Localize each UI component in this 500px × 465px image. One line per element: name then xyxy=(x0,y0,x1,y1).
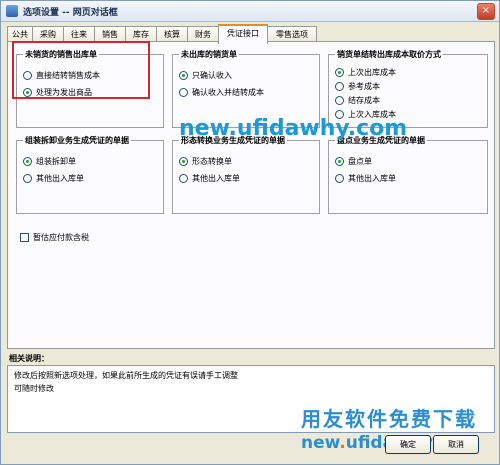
group-title: 销货单结转出库成本取价方式 xyxy=(335,49,443,60)
dialog-icon xyxy=(6,5,18,17)
assembly-voucher-group: 组装拆卸业务生成凭证的单据 组装拆卸单 其他出入库单 xyxy=(16,135,164,214)
tab-finance[interactable]: 财务 xyxy=(187,26,219,42)
tab-inventory[interactable]: 库存 xyxy=(125,26,157,42)
radio-circle[interactable] xyxy=(335,82,344,91)
tab-voucher-interface[interactable]: 凭证接口 xyxy=(218,24,268,44)
radio-circle[interactable] xyxy=(179,88,188,97)
option-label: 其他出入库单 xyxy=(192,174,240,183)
tab-sales[interactable]: 销售 xyxy=(94,26,126,42)
option-label: 形态转换单 xyxy=(192,157,232,166)
conversion-voucher-group: 形态转换业务生成凭证的单据 形态转换单 其他出入库单 xyxy=(172,135,320,214)
option-label: 盘点单 xyxy=(348,157,372,166)
tab-accounts[interactable]: 往来 xyxy=(63,26,95,42)
radio-circle[interactable] xyxy=(23,174,32,183)
option-label: 其他出入库单 xyxy=(348,174,396,183)
cancel-button[interactable]: 取消 xyxy=(433,435,479,454)
brand-logo-text: 用友软件免费下载 xyxy=(301,407,477,431)
watermark-text: new.ufidawhy.com xyxy=(179,116,408,141)
option-label: 上次出库成本 xyxy=(348,68,396,77)
checkbox-label: 暂估应付款含税 xyxy=(33,233,89,242)
highlight-box xyxy=(12,41,150,99)
radio-circle-selected[interactable] xyxy=(179,157,188,166)
tab-common[interactable]: 公共 xyxy=(7,26,33,42)
radio-circle[interactable] xyxy=(335,96,344,105)
option-label: 结存成本 xyxy=(348,96,380,105)
stocktake-voucher-group: 盘点业务生成凭证的单据 盘点单 其他出入库单 xyxy=(328,135,488,214)
radio-circle-selected[interactable] xyxy=(179,71,188,80)
option-label: 组装拆卸单 xyxy=(36,157,76,166)
tab-purchase[interactable]: 采购 xyxy=(32,26,64,42)
ok-button[interactable]: 确定 xyxy=(385,435,431,454)
option-label: 只确认收入 xyxy=(192,71,232,80)
radio-circle-selected[interactable] xyxy=(23,157,32,166)
close-button[interactable]: × xyxy=(477,3,495,20)
brand-url-prefix: new xyxy=(301,433,340,453)
option-label: 其他出入库单 xyxy=(36,174,84,183)
option-label: 确认收入并结转成本 xyxy=(192,88,264,97)
radio-circle[interactable] xyxy=(179,174,188,183)
window-title: 选项设置 -- 网页对话框 xyxy=(23,8,118,18)
group-title: 未出库的销货单 xyxy=(179,49,239,60)
radio-circle-selected[interactable] xyxy=(335,68,344,77)
option-label: 参考成本 xyxy=(348,82,380,91)
checkbox-box[interactable] xyxy=(20,233,29,242)
help-line: 可随时修改 xyxy=(14,384,54,393)
tab-costing[interactable]: 核算 xyxy=(156,26,188,42)
group-title: 组装拆卸业务生成凭证的单据 xyxy=(23,135,131,146)
title-bar: 选项设置 -- 网页对话框 × xyxy=(1,1,499,22)
tab-retail-options[interactable]: 零售选项 xyxy=(267,26,317,42)
help-line: 修改后按照新选项处理，如果此前所生成的凭证有误请手工调整 xyxy=(14,371,238,380)
radio-circle-selected[interactable] xyxy=(335,157,344,166)
radio-circle[interactable] xyxy=(335,174,344,183)
help-title: 相关说明： xyxy=(9,354,49,363)
options-dialog: 选项设置 -- 网页对话框 × 公共 采购 往来 销售 库存 核算 财务 凭证接… xyxy=(0,0,500,465)
